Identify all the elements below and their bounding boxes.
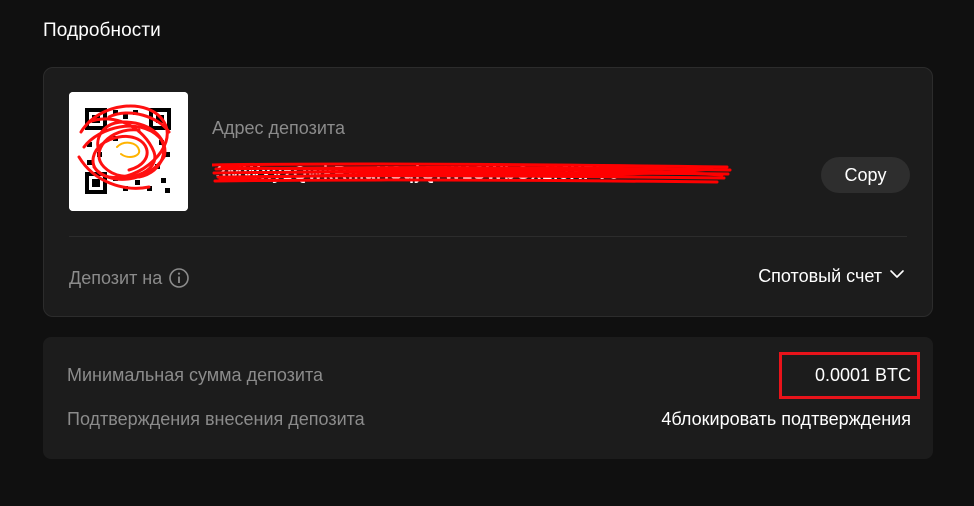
- redaction-scribble: [212, 162, 732, 184]
- confirmations-value: 4блокировать подтверждения: [661, 409, 911, 429]
- info-row-confirmations: Подтверждения внесения депозита 4блокиро…: [67, 409, 911, 430]
- deposit-to-label: Депозит на: [69, 267, 163, 288]
- highlight-annotation-box: [779, 352, 920, 399]
- info-circle-icon[interactable]: [168, 267, 190, 289]
- deposit-to: Депозит на: [69, 267, 190, 289]
- account-select-value: Спотовый счет: [758, 266, 882, 286]
- chevron-down-icon: [888, 265, 906, 288]
- account-select[interactable]: Спотовый счет: [758, 265, 906, 288]
- confirmations-label: Подтверждения внесения депозита: [67, 409, 365, 429]
- deposit-address-label: Адрес депозита: [212, 118, 345, 138]
- deposit-address-card: Адрес депозита 3MWxyzQwkRmaHSqjQrW1SWbGx…: [43, 67, 933, 317]
- qr-code-icon[interactable]: [69, 92, 188, 211]
- section-title: Подробности: [43, 20, 161, 41]
- divider: [69, 236, 907, 237]
- deposit-address-value[interactable]: 3MWxyzQwkRmaHSqjQrW1SWbGx1lJXPV9: [212, 161, 732, 185]
- min-deposit-label: Минимальная сумма депозита: [67, 365, 323, 385]
- copy-button[interactable]: Copy: [821, 157, 910, 193]
